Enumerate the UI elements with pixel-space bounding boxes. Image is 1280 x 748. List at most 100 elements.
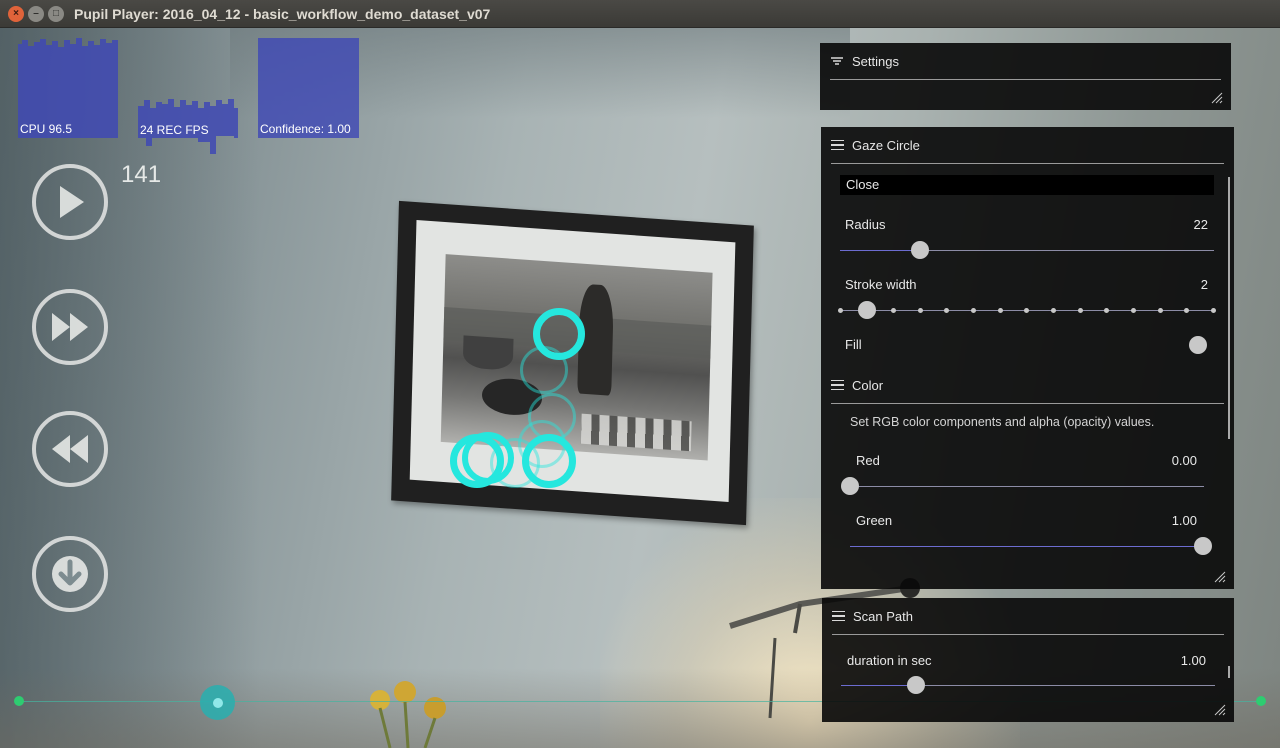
settings-collapse-icon bbox=[831, 57, 843, 65]
stroke-width-row: Stroke width 2 bbox=[845, 277, 1208, 292]
gaze-circle-menu: Gaze Circle Close Radius 22 Stroke width… bbox=[821, 127, 1234, 589]
radius-label: Radius bbox=[845, 217, 886, 232]
fill-toggle[interactable] bbox=[1189, 336, 1207, 354]
radius-slider-knob[interactable] bbox=[911, 241, 929, 259]
resize-grip-icon[interactable] bbox=[1214, 571, 1226, 583]
window-maximize-button[interactable]: □ bbox=[48, 5, 64, 22]
seek-bar-handle-center bbox=[212, 697, 223, 708]
window-controls: × – □ bbox=[8, 5, 66, 22]
photo-crates bbox=[580, 413, 692, 452]
green-slider-fill bbox=[850, 546, 1204, 547]
menu-hamburger-icon bbox=[831, 379, 844, 391]
seek-bar-handle[interactable] bbox=[200, 685, 235, 720]
stroke-width-tick bbox=[1051, 308, 1056, 313]
stroke-width-tick bbox=[1211, 308, 1216, 313]
scene-photograph bbox=[440, 254, 713, 461]
window-close-button[interactable]: × bbox=[8, 5, 24, 22]
color-description: Set RGB color components and alpha (opac… bbox=[850, 415, 1155, 429]
stroke-width-tick bbox=[971, 308, 976, 313]
duration-slider-fill bbox=[841, 685, 916, 686]
gaze-circle bbox=[533, 308, 585, 360]
red-slider-track[interactable] bbox=[850, 486, 1204, 487]
red-row: Red 0.00 bbox=[856, 453, 1197, 468]
color-section-title: Color bbox=[852, 377, 884, 393]
gaze-circle-close-button[interactable]: Close bbox=[840, 175, 1214, 195]
stroke-width-tick bbox=[1158, 308, 1163, 313]
stroke-width-value: 2 bbox=[1200, 277, 1208, 292]
settings-menu-title: Settings bbox=[852, 53, 899, 69]
cpu-graph: CPU 96.5 bbox=[18, 36, 118, 138]
stroke-width-tick bbox=[891, 308, 896, 313]
fill-label: Fill bbox=[845, 337, 862, 352]
cpu-graph-label: CPU 96.5 bbox=[20, 122, 73, 136]
window-title: Pupil Player: 2016_04_12 - basic_workflo… bbox=[74, 5, 491, 22]
seek-bar-end-marker[interactable] bbox=[1256, 696, 1266, 706]
menu-hamburger-icon bbox=[832, 610, 845, 622]
scan-path-menu-scrollbar[interactable] bbox=[1228, 666, 1230, 678]
fill-row: Fill bbox=[845, 337, 1208, 352]
stroke-width-tick bbox=[944, 308, 949, 313]
photo-basket bbox=[462, 335, 514, 371]
settings-menu-header[interactable]: Settings bbox=[820, 43, 1231, 79]
confidence-graph: Confidence: 1.00 bbox=[258, 38, 359, 138]
export-button[interactable] bbox=[32, 536, 108, 612]
rewind-button[interactable] bbox=[32, 411, 108, 487]
fast-forward-icon bbox=[52, 313, 88, 341]
window-minimize-button[interactable]: – bbox=[28, 5, 44, 22]
scan-path-menu-header[interactable]: Scan Path bbox=[822, 598, 1234, 634]
stroke-width-slider-knob[interactable] bbox=[858, 301, 876, 319]
red-value: 0.00 bbox=[1171, 453, 1197, 468]
green-row: Green 1.00 bbox=[856, 513, 1197, 528]
frame-number: 141 bbox=[121, 161, 162, 188]
stroke-width-label: Stroke width bbox=[845, 277, 917, 292]
gaze-circle-menu-title: Gaze Circle bbox=[852, 137, 920, 153]
window-titlebar: × – □ Pupil Player: 2016_04_12 - basic_w… bbox=[0, 0, 1280, 28]
red-label: Red bbox=[856, 453, 880, 468]
green-slider-knob[interactable] bbox=[1194, 537, 1212, 555]
scan-path-menu-title: Scan Path bbox=[853, 608, 913, 624]
gaze-circle bbox=[462, 432, 514, 484]
fps-graph: 24 REC FPS bbox=[138, 96, 238, 156]
gaze-circle-menu-scrollbar[interactable] bbox=[1228, 177, 1230, 439]
play-button[interactable] bbox=[32, 164, 108, 240]
duration-slider-knob[interactable] bbox=[907, 676, 925, 694]
radius-slider-fill bbox=[840, 250, 920, 251]
stroke-width-tick bbox=[838, 308, 843, 313]
settings-menu: Settings bbox=[820, 43, 1231, 110]
stroke-width-tick bbox=[1078, 308, 1083, 313]
gaze-circle-menu-header[interactable]: Gaze Circle bbox=[821, 127, 1234, 163]
stroke-width-tick bbox=[1024, 308, 1029, 313]
gaze-circle bbox=[522, 434, 576, 488]
red-slider-knob[interactable] bbox=[841, 477, 859, 495]
scan-path-menu-separator bbox=[832, 634, 1224, 635]
confidence-graph-label: Confidence: 1.00 bbox=[260, 122, 351, 136]
stroke-width-tick bbox=[1184, 308, 1189, 313]
fps-graph-label: 24 REC FPS bbox=[140, 123, 209, 137]
duration-label: duration in sec bbox=[847, 653, 932, 668]
radius-row: Radius 22 bbox=[845, 217, 1208, 232]
scene-picture-frame bbox=[391, 200, 754, 526]
radius-value: 22 bbox=[1193, 217, 1208, 232]
resize-grip-icon[interactable] bbox=[1214, 704, 1226, 716]
play-icon bbox=[60, 186, 84, 218]
seek-bar-start-marker[interactable] bbox=[14, 696, 24, 706]
rewind-icon bbox=[52, 435, 88, 463]
duration-row: duration in sec 1.00 bbox=[847, 653, 1206, 668]
duration-value: 1.00 bbox=[1180, 653, 1206, 668]
gaze-circle-menu-separator bbox=[831, 163, 1224, 164]
color-section-separator bbox=[831, 403, 1224, 404]
settings-menu-separator bbox=[830, 79, 1221, 80]
color-section-header[interactable]: Color bbox=[821, 367, 1234, 403]
export-download-icon bbox=[52, 556, 88, 592]
resize-grip-icon[interactable] bbox=[1211, 92, 1223, 104]
scan-path-menu: Scan Path duration in sec 1.00 bbox=[822, 598, 1234, 722]
menu-hamburger-icon bbox=[831, 139, 844, 151]
scene-flowers bbox=[370, 681, 446, 748]
stroke-width-tick bbox=[918, 308, 923, 313]
stroke-width-tick bbox=[1131, 308, 1136, 313]
stroke-width-tick bbox=[998, 308, 1003, 313]
stroke-width-tick bbox=[1104, 308, 1109, 313]
green-label: Green bbox=[856, 513, 893, 528]
forward-button[interactable] bbox=[32, 289, 108, 365]
green-value: 1.00 bbox=[1171, 513, 1197, 528]
